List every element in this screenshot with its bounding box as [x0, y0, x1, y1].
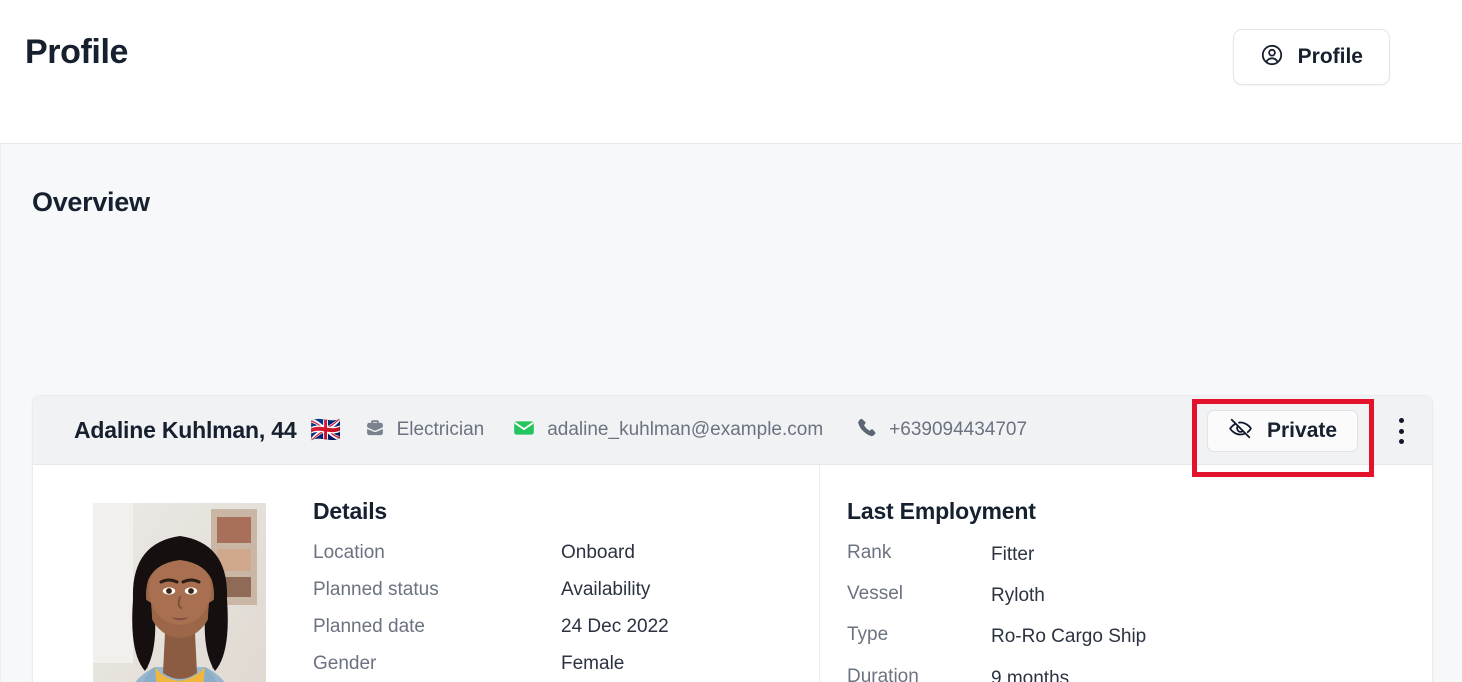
employment-row-vessel: Vessel Ryloth: [847, 583, 1247, 609]
details-column: Details Location Onboard Planned status …: [313, 498, 793, 682]
envelope-icon: [512, 416, 536, 445]
field-label: Gender: [313, 653, 377, 674]
avatar: [93, 503, 266, 682]
detail-row-planned-date: Planned date 24 Dec 2022: [313, 616, 793, 638]
last-employment-heading: Last Employment: [847, 498, 1036, 524]
kebab-dot: [1398, 439, 1404, 444]
phone-meta: +639094434707: [855, 416, 1027, 444]
kebab-dot: [1398, 428, 1404, 434]
briefcase-icon: [364, 417, 386, 444]
email-value[interactable]: adaline_kuhlman@example.com: [547, 419, 823, 441]
field-label: Location: [313, 542, 385, 563]
field-value: Ro-Ro Cargo Ship: [991, 626, 1147, 648]
eye-off-icon: [1228, 416, 1253, 446]
detail-row-location: Location Onboard: [313, 542, 793, 564]
field-value: Ryloth: [991, 585, 1045, 607]
field-value: Availability: [561, 579, 651, 600]
user-circle-icon: [1260, 43, 1284, 72]
field-value: Onboard: [561, 542, 635, 563]
job-title-value: Electrician: [396, 419, 485, 440]
field-value: Fitter: [991, 544, 1035, 565]
field-label: Vessel: [847, 583, 903, 605]
field-label: Duration: [847, 665, 919, 682]
kebab-menu-icon[interactable]: [1386, 415, 1416, 447]
last-employment-column: Last Employment Rank Fitter Vessel Rylot…: [847, 498, 1247, 682]
field-value: Female: [561, 653, 625, 674]
employment-row-duration: Duration 9 months: [847, 666, 1247, 682]
job-title-meta: Electrician: [364, 417, 485, 444]
field-label: Planned date: [313, 616, 425, 637]
avatar-column: Last seen 2 hours ago: [73, 503, 286, 682]
profile-summary-bar: Adaline Kuhlman, 44 🇬🇧 Electrician adali…: [33, 396, 1432, 477]
content-area: Overview Adaline Kuhlman, 44 🇬🇧 Electric…: [0, 144, 1462, 682]
phone-value[interactable]: +639094434707: [889, 419, 1027, 441]
overview-card: Adaline Kuhlman, 44 🇬🇧 Electrician adali…: [32, 395, 1433, 682]
field-value: 24 Dec 2022: [561, 616, 669, 637]
detail-row-gender: Gender Female: [313, 653, 793, 675]
employment-row-type: Type Ro-Ro Cargo Ship: [847, 624, 1247, 650]
section-title-overview: Overview: [32, 187, 150, 217]
details-heading: Details: [313, 498, 388, 524]
private-toggle-button[interactable]: Private: [1207, 410, 1359, 452]
field-value: 9 months: [991, 667, 1070, 682]
profile-button-label: Profile: [1297, 45, 1363, 68]
phone-icon: [855, 416, 878, 444]
field-label: Rank: [847, 542, 892, 563]
employment-row-rank: Rank Fitter: [847, 542, 1247, 568]
kebab-dot: [1398, 418, 1404, 423]
detail-row-planned-status: Planned status Availability: [313, 579, 793, 601]
page-header: Profile Profile: [0, 0, 1462, 144]
person-name-age: Adaline Kuhlman, 44: [74, 416, 297, 443]
country-flag-icon: 🇬🇧: [310, 415, 342, 444]
field-label: Type: [847, 624, 889, 646]
column-divider: [819, 465, 820, 682]
page-title: Profile: [25, 33, 129, 71]
overview-card-body: Last seen 2 hours ago Details Location O…: [33, 465, 1432, 682]
profile-button[interactable]: Profile: [1232, 29, 1390, 85]
email-meta: adaline_kuhlman@example.com: [512, 416, 823, 445]
field-label: Planned status: [313, 579, 439, 600]
private-button-label: Private: [1267, 419, 1338, 442]
